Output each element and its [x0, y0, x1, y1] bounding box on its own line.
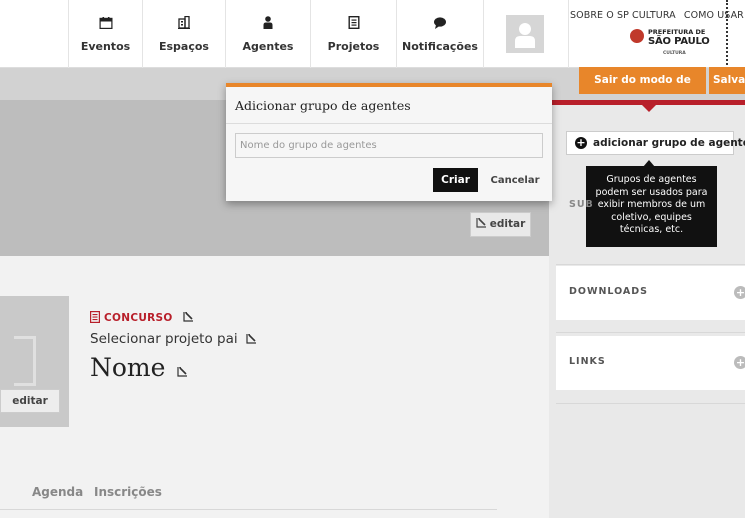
- edit-icon[interactable]: [177, 366, 188, 377]
- edit-icon[interactable]: [246, 333, 257, 344]
- prefeitura-logo[interactable]: PREFEITURA DE SÃO PAULO CULTURA: [630, 26, 710, 60]
- tab-inscricoes[interactable]: Inscrições: [94, 485, 162, 499]
- select-parent-project[interactable]: Selecionar projeto pai: [90, 331, 257, 347]
- nav-item-eventos[interactable]: Eventos: [69, 0, 142, 68]
- create-button[interactable]: Criar: [433, 168, 478, 192]
- edit-icon[interactable]: [182, 311, 194, 322]
- sidebar-sub-label: SUB: [569, 199, 594, 210]
- document-icon: [90, 311, 100, 323]
- plus-circle-icon: +: [575, 136, 587, 149]
- logo-line2: SÃO PAULO: [648, 36, 710, 47]
- add-agent-group-label: adicionar grupo de agentes: [593, 137, 745, 149]
- person-icon: [263, 14, 273, 33]
- project-type-label: CONCURSO: [104, 312, 173, 324]
- group-name-input[interactable]: [235, 133, 543, 158]
- nav-item-projetos[interactable]: Projetos: [311, 0, 396, 68]
- tab-agenda[interactable]: Agenda: [32, 485, 83, 499]
- parent-project-label: Selecionar projeto pai: [90, 331, 238, 347]
- link-como-usar[interactable]: COMO USAR: [684, 10, 744, 21]
- avatar[interactable]: [506, 15, 544, 53]
- banner-edit-label: editar: [489, 218, 526, 230]
- thumbnail-edit-button[interactable]: editar: [0, 389, 60, 413]
- modal-divider: [226, 123, 552, 124]
- nav-item-notificacoes[interactable]: Notificações: [397, 0, 483, 68]
- nav-label: Notificações: [402, 40, 478, 53]
- exit-edit-mode-button[interactable]: Sair do modo de edição: [579, 67, 706, 113]
- add-group-tooltip: Grupos de agentes podem ser usados para …: [586, 166, 717, 247]
- nav-separator: [568, 0, 569, 68]
- building-icon: [178, 14, 190, 33]
- nav-item-agentes[interactable]: Agentes: [226, 0, 310, 68]
- add-agent-group-modal: Adicionar grupo de agentes Criar Cancela…: [226, 83, 552, 201]
- logo-line3: CULTURA: [663, 51, 686, 56]
- thumbnail-placeholder-icon: [14, 336, 36, 386]
- add-agent-group-button[interactable]: + adicionar grupo de agentes: [566, 131, 745, 155]
- logo-line1: PREFEITURA DE: [648, 28, 706, 36]
- downloads-panel: DOWNLOADS +: [556, 266, 745, 320]
- nav-label: Eventos: [80, 40, 131, 53]
- modal-title: Adicionar grupo de agentes: [235, 98, 411, 113]
- banner-edit-button[interactable]: editar: [470, 212, 531, 237]
- main-content: [0, 256, 549, 518]
- project-name-label: Nome: [90, 353, 166, 382]
- downloads-title: DOWNLOADS: [569, 286, 649, 297]
- city-seal-icon: [630, 29, 644, 43]
- edit-icon: [476, 218, 486, 228]
- links-title: LINKS: [569, 356, 606, 367]
- cancel-button[interactable]: Cancelar: [484, 168, 546, 192]
- tabs-divider: [0, 509, 497, 510]
- nav-label: Espaços: [159, 40, 209, 53]
- project-type[interactable]: CONCURSO: [90, 311, 194, 324]
- top-header: Eventos Espaços Agentes Projetos Notific…: [0, 0, 745, 68]
- add-download-icon[interactable]: +: [734, 286, 745, 299]
- link-sobre[interactable]: SOBRE O SP CULTURA: [570, 10, 676, 21]
- nav-label: Projetos: [327, 40, 380, 53]
- speech-bubble-icon: [434, 14, 447, 33]
- calendar-icon: [98, 14, 113, 33]
- sidebar-divider: [556, 403, 745, 404]
- top-links: SOBRE O SP CULTURA COMO USAR: [570, 10, 744, 21]
- nav-separator: [483, 0, 484, 68]
- sidebar-divider: [556, 332, 745, 333]
- user-placeholder-icon: [515, 23, 535, 48]
- links-panel: LINKS +: [556, 336, 745, 390]
- nav-item-espacos[interactable]: Espaços: [143, 0, 225, 68]
- caret-down-icon: [642, 105, 656, 112]
- sidebar-divider: [556, 264, 745, 265]
- save-button[interactable]: Salvar: [709, 67, 745, 94]
- add-link-icon[interactable]: +: [734, 356, 745, 369]
- project-name[interactable]: Nome: [90, 353, 188, 382]
- document-icon: [347, 14, 360, 33]
- nav-label: Agentes: [242, 40, 294, 53]
